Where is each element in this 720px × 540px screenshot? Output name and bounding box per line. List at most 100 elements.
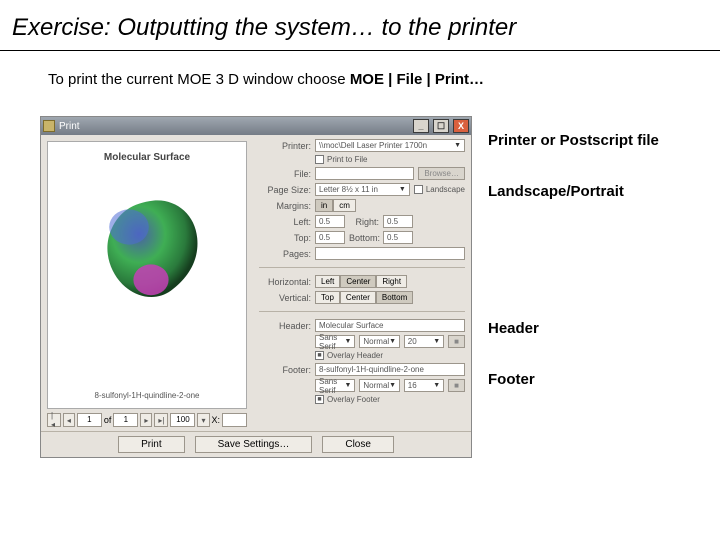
annotations: Printer or Postscript file Landscape/Por… [488,116,659,458]
overlay-header-checkbox[interactable]: ■Overlay Header [315,351,383,360]
nav-prev-button[interactable]: ◂ [63,413,75,427]
right-field[interactable]: 0.5 [383,215,413,228]
annot-header: Header [488,320,659,337]
horiz-center[interactable]: Center [340,275,376,288]
save-settings-button[interactable]: Save Settings… [195,436,313,453]
checkbox-icon: ■ [315,351,324,360]
minimize-button[interactable]: _ [413,119,429,133]
unit-cm[interactable]: cm [333,199,356,212]
footer-font-select[interactable]: Sans Serif▼ [315,379,355,392]
chevron-down-icon: ▼ [344,338,351,345]
checkbox-icon [414,185,423,194]
intro-prefix: To print the current MOE 3 D window choo… [48,71,350,88]
checkbox-icon [315,155,324,164]
header-font-select[interactable]: Sans Serif▼ [315,335,355,348]
footer-field[interactable]: 8-sulfonyl-1H-quindline-2-one [315,363,465,376]
page-size-select[interactable]: Letter 8½ x 11 in▼ [315,183,410,196]
left-field[interactable]: 0.5 [315,215,345,228]
nav-total-field: 1 [113,413,138,427]
header-size-value: 20 [408,337,417,346]
nav-x-label: X: [212,415,221,425]
chevron-down-icon: ▼ [433,382,440,389]
footer-size-select[interactable]: 16 ▼ [404,379,444,392]
nav-zoom-field[interactable]: 100 [170,413,195,427]
vert-bottom[interactable]: Bottom [376,291,413,304]
file-label: File: [259,169,311,179]
footer-style-value: Normal [363,381,389,390]
chevron-down-icon: ▼ [454,142,461,149]
pages-field[interactable] [315,247,465,260]
preview-nav: |◂ ◂ 1 of 1 ▸ ▸| 100 ▾ X: [41,411,253,431]
preview-page: Molecular Surface [47,141,247,409]
horiz-align-toggle[interactable]: Left Center Right [315,275,407,288]
vert-top[interactable]: Top [315,291,340,304]
vert-align-toggle[interactable]: Top Center Bottom [315,291,413,304]
preview-header: Molecular Surface [48,152,246,163]
footer-size-value: 16 [408,381,417,390]
preview-footer: 8-sulfonyl-1H-quindline-2-one [48,391,246,400]
horiz-left[interactable]: Left [315,275,340,288]
browse-button[interactable]: Browse… [418,167,465,180]
overlay-footer-checkbox[interactable]: ■Overlay Footer [315,395,380,404]
title-bar: Print _ ☐ X [41,117,471,135]
header-style-select[interactable]: Normal▼ [359,335,399,348]
horiz-label: Horizontal: [259,277,311,287]
overlay-header-label: Overlay Header [327,351,383,360]
vert-center[interactable]: Center [340,291,376,304]
annot-footer: Footer [488,371,659,388]
header-size-select[interactable]: 20▼ [404,335,444,348]
footer-style-select[interactable]: Normal▼ [359,379,399,392]
nav-next-button[interactable]: ▸ [140,413,152,427]
file-field[interactable] [315,167,414,180]
margins-unit-toggle[interactable]: in cm [315,199,356,212]
overlay-footer-label: Overlay Footer [327,395,380,404]
header-label: Header: [259,321,311,331]
page-size-label: Page Size: [259,185,311,195]
nav-last-button[interactable]: ▸| [154,413,168,427]
nav-page-field[interactable]: 1 [77,413,102,427]
unit-in[interactable]: in [315,199,333,212]
top-label: Top: [259,233,311,243]
header-color-button[interactable]: ■ [448,335,465,348]
bottom-field[interactable]: 0.5 [383,231,413,244]
footer-font-value: Sans Serif [319,377,344,395]
footer-color-button[interactable]: ■ [448,379,465,392]
print-button[interactable]: Print [118,436,185,453]
pages-label: Pages: [259,249,311,259]
left-label: Left: [259,217,311,227]
form-pane: Printer: \\moc\Dell Laser Printer 1700n ▼… [253,135,471,431]
maximize-button[interactable]: ☐ [433,119,449,133]
annot-printer: Printer or Postscript file [488,132,659,149]
bottom-label: Bottom: [349,233,379,243]
annot-orient: Landscape/Portrait [488,183,659,200]
app-icon [43,120,55,132]
vert-label: Vertical: [259,293,311,303]
header-style-value: Normal [363,337,389,346]
right-label: Right: [349,217,379,227]
nav-first-button[interactable]: |◂ [47,413,61,427]
slide-title: Exercise: Outputting the system… to the … [0,0,720,51]
print-to-file-label: Print to File [327,155,367,164]
landscape-checkbox[interactable]: Landscape [414,185,465,194]
header-field[interactable]: Molecular Surface [315,319,465,332]
close-button[interactable]: X [453,119,469,133]
printer-label: Printer: [259,141,311,151]
nav-of-label: of [104,415,112,425]
checkbox-icon: ■ [315,395,324,404]
printer-select[interactable]: \\moc\Dell Laser Printer 1700n ▼ [315,139,465,152]
nav-zoom-dd[interactable]: ▾ [197,413,209,427]
chevron-down-icon: ▼ [344,382,351,389]
margins-label: Margins: [259,201,311,211]
chevron-down-icon: ▼ [389,382,396,389]
landscape-label: Landscape [426,185,465,194]
top-field[interactable]: 0.5 [315,231,345,244]
nav-x-field[interactable] [222,413,247,427]
page-size-value: Letter 8½ x 11 in [319,185,378,194]
bottom-bar: Print Save Settings… Close [41,431,471,457]
molecular-surface-image [96,194,206,304]
intro-text: To print the current MOE 3 D window choo… [0,51,720,88]
close-dialog-button[interactable]: Close [322,436,394,453]
print-to-file-checkbox[interactable]: Print to File [315,155,367,164]
printer-value: \\moc\Dell Laser Printer 1700n [319,141,427,150]
horiz-right[interactable]: Right [376,275,407,288]
